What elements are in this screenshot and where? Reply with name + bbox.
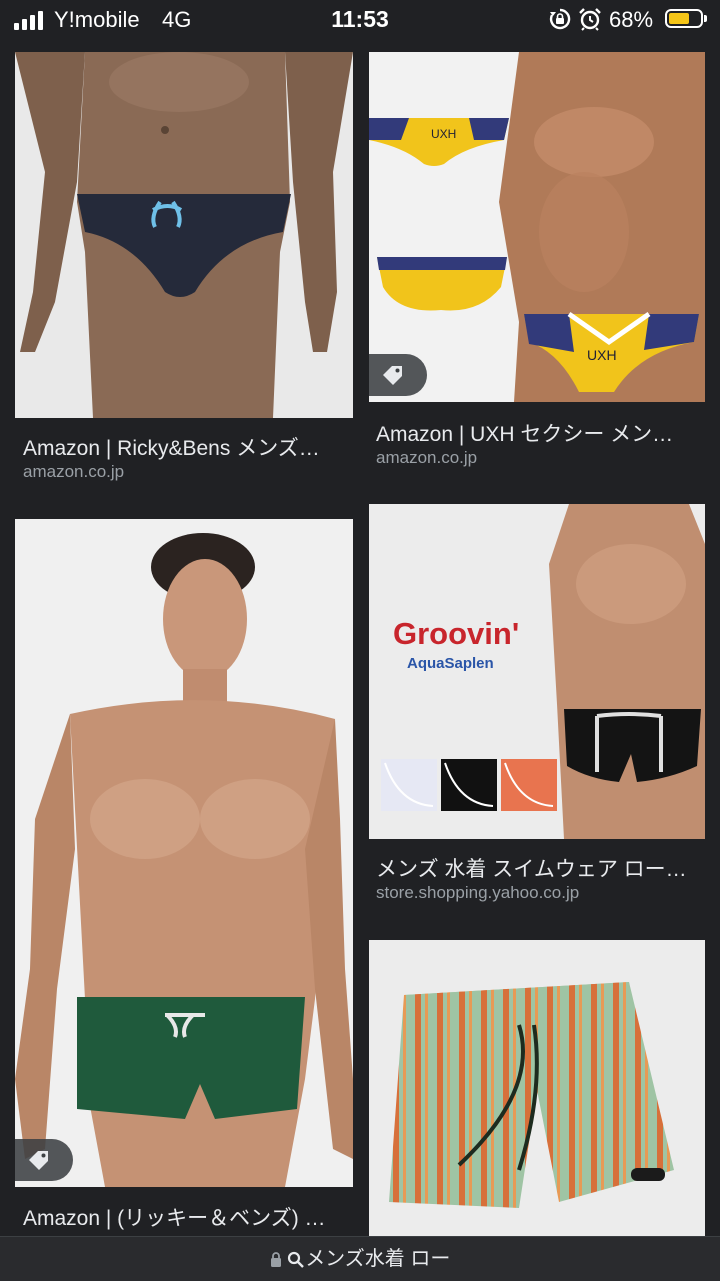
result-title[interactable]: Amazon | Ricky&Bens メンズ… [23, 432, 320, 462]
tag-icon [29, 1151, 48, 1170]
search-icon [288, 1251, 305, 1268]
result-thumbnail[interactable]: UXH UXH [369, 52, 705, 402]
result-thumbnail[interactable] [15, 52, 353, 418]
url-bar-text: メンズ水着 ロー [305, 1248, 451, 1270]
brand-logo-text: Groovin' [393, 616, 519, 651]
url-bar[interactable]: メンズ水着 ロー [0, 1236, 720, 1281]
tag-icon [383, 366, 402, 385]
alarm-icon [579, 8, 601, 31]
brand-logo-subtext: AquaSaplen [407, 655, 494, 672]
result-thumbnail[interactable] [369, 940, 705, 1236]
result-thumbnail[interactable]: Groovin' AquaSaplen [369, 504, 705, 839]
result-title[interactable]: メンズ 水着 スイムウェア ロー… [376, 853, 687, 883]
product-tag-badge[interactable] [15, 1139, 73, 1181]
result-source: store.shopping.yahoo.co.jp [376, 883, 580, 902]
result-thumbnail[interactable] [15, 519, 353, 1187]
brand-logo-text: UXH [431, 127, 456, 141]
rotation-lock-icon [549, 8, 571, 30]
battery-icon [665, 9, 703, 28]
result-title[interactable]: Amazon | (リッキー＆ベンズ) … [23, 1202, 326, 1232]
product-tag-badge[interactable] [369, 354, 427, 396]
lock-icon [270, 1252, 281, 1268]
result-source: amazon.co.jp [376, 448, 478, 467]
result-title[interactable]: Amazon | UXH セクシー メン… [376, 418, 673, 448]
brand-logo-text: UXH [587, 347, 617, 363]
result-source: amazon.co.jp [23, 462, 125, 481]
battery-percent: 68% [609, 7, 654, 32]
status-bar: Y!mobile 4G 11:53 68% [0, 0, 720, 40]
